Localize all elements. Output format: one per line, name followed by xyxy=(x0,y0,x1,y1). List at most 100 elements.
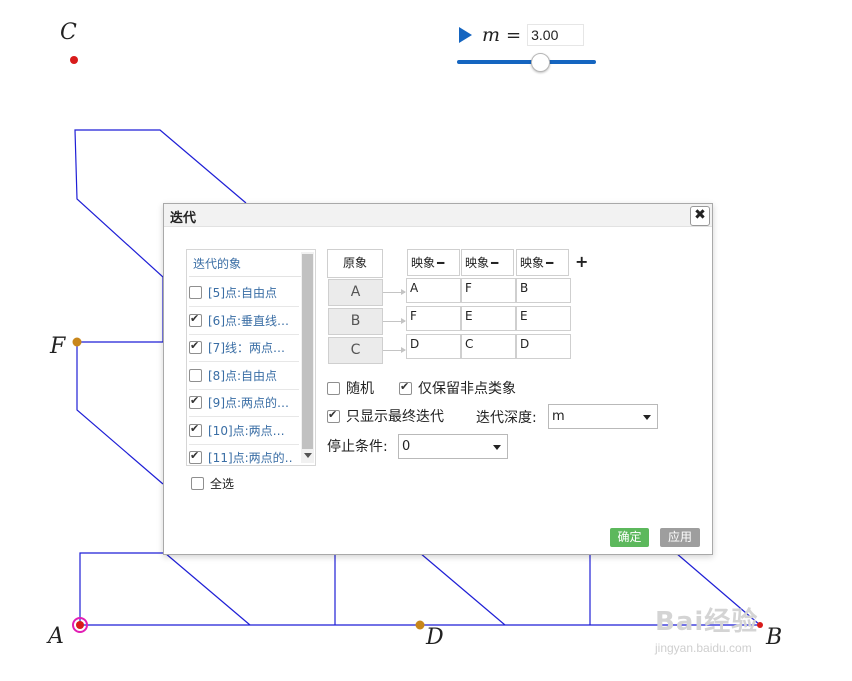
add-column-icon[interactable]: + xyxy=(575,252,588,271)
object-list-item[interactable]: [9]点:两点的… xyxy=(189,389,299,417)
image-cell-input[interactable]: F xyxy=(461,278,516,303)
original-column-header: 原象 xyxy=(327,249,383,278)
final-only-label: 只显示最终迭代 xyxy=(346,409,444,425)
slider-value-input[interactable]: 3.00 xyxy=(527,24,585,46)
stop-condition-label: 停止条件: xyxy=(327,439,388,455)
original-cell: A xyxy=(328,279,383,306)
iteration-segment xyxy=(419,552,506,626)
object-checkbox[interactable] xyxy=(189,394,202,409)
original-cell: B xyxy=(328,308,383,335)
object-list-item[interactable]: [7]线：两点… xyxy=(189,334,299,362)
dialog-title-bar[interactable]: 迭代 ✖ xyxy=(164,204,712,227)
image-cell-input[interactable]: D xyxy=(516,334,571,359)
slider-thumb[interactable] xyxy=(531,53,550,72)
iteration-segment xyxy=(79,552,163,625)
ok-button[interactable]: 确定 xyxy=(610,528,649,547)
random-label: 随机 xyxy=(346,381,374,397)
point-f[interactable] xyxy=(72,337,82,347)
object-list-item[interactable]: [5]点:自由点 xyxy=(189,279,299,307)
depth-value: m xyxy=(552,409,565,424)
image-cell-input[interactable]: B xyxy=(516,278,571,303)
image-column-header: 映象 ━ xyxy=(516,249,569,276)
image-cell-input[interactable]: E xyxy=(516,306,571,331)
chevron-down-icon xyxy=(643,415,651,420)
scrollbar-thumb[interactable] xyxy=(302,254,313,449)
label-d: D xyxy=(426,625,444,650)
object-list-item[interactable]: [8]点:自由点 xyxy=(189,362,299,390)
watermark: Bai经验 jingyan.baidu.com xyxy=(655,589,805,664)
image-header-label: 映象 xyxy=(520,256,545,270)
object-list-item[interactable]: [10]点:两点… xyxy=(189,417,299,445)
object-label: [7]线：两点… xyxy=(208,341,285,355)
keep-non-point-checkbox[interactable] xyxy=(399,380,412,395)
select-all-checkbox[interactable] xyxy=(191,477,204,490)
iteration-segment xyxy=(76,342,164,485)
object-checkbox[interactable] xyxy=(189,369,202,382)
slider-variable: m xyxy=(482,24,501,46)
arrow-icon xyxy=(383,347,406,353)
chevron-down-icon xyxy=(493,445,501,450)
point-a[interactable] xyxy=(76,621,84,629)
label-f: F xyxy=(50,334,66,359)
object-list-scrollbar[interactable] xyxy=(301,252,314,463)
slider-label: m = 3.00 xyxy=(459,24,585,46)
slider-track[interactable] xyxy=(457,60,596,64)
random-checkbox[interactable] xyxy=(327,381,340,395)
scroll-down-icon[interactable] xyxy=(304,453,312,458)
object-label: [5]点:自由点 xyxy=(208,286,278,300)
label-a: A xyxy=(48,624,64,649)
remove-column-icon[interactable]: ━ xyxy=(546,256,553,270)
image-column-header: 映象 ━ xyxy=(407,249,460,276)
arrow-icon xyxy=(383,289,406,295)
object-label: [11]点:两点的… xyxy=(208,451,292,465)
iteration-segment xyxy=(164,552,251,626)
depth-label: 迭代深度: xyxy=(476,410,537,426)
object-list-item[interactable]: [6]点:垂直线… xyxy=(189,307,299,335)
close-icon[interactable]: ✖ xyxy=(690,206,710,226)
arrow-icon xyxy=(383,318,406,324)
play-icon[interactable] xyxy=(459,27,472,43)
point-d[interactable] xyxy=(415,620,425,630)
iteration-dialog: 迭代 ✖ 迭代的象 [5]点:自由点 [6]点:垂直线… [7]线：两点… [8… xyxy=(163,203,713,555)
object-checkbox[interactable] xyxy=(189,286,202,299)
dialog-title: 迭代 xyxy=(170,211,197,226)
original-cell: C xyxy=(328,337,383,364)
remove-column-icon[interactable]: ━ xyxy=(491,256,498,270)
apply-button[interactable]: 应用 xyxy=(660,528,700,547)
object-label: [8]点:自由点 xyxy=(208,369,278,383)
object-label: [6]点:垂直线… xyxy=(208,314,290,328)
final-only-checkbox[interactable] xyxy=(327,408,340,423)
stop-condition-value: 0 xyxy=(402,439,411,454)
keep-non-point-option[interactable]: 仅保留非点类象 xyxy=(399,378,516,398)
object-checkbox[interactable] xyxy=(189,449,202,464)
object-list-item[interactable]: [11]点:两点的… xyxy=(189,444,299,471)
iteration-object-list[interactable]: 迭代的象 [5]点:自由点 [6]点:垂直线… [7]线：两点… [8]点:自由… xyxy=(186,249,316,466)
image-cell-input[interactable]: F xyxy=(406,306,461,331)
image-cell-input[interactable]: A xyxy=(406,278,461,303)
object-checkbox[interactable] xyxy=(189,339,202,354)
watermark-logo: Bai经验 xyxy=(655,607,759,637)
select-all-label: 全选 xyxy=(210,477,235,491)
object-label: [9]点:两点的… xyxy=(208,396,290,410)
keep-non-point-label: 仅保留非点类象 xyxy=(418,381,516,397)
object-label: [10]点:两点… xyxy=(208,424,285,438)
image-header-label: 映象 xyxy=(465,256,490,270)
stop-condition-select[interactable]: 0 xyxy=(398,434,508,459)
image-cell-input[interactable]: C xyxy=(461,334,516,359)
final-only-option[interactable]: 只显示最终迭代 xyxy=(327,406,444,426)
label-c: C xyxy=(60,20,77,45)
image-cell-input[interactable]: D xyxy=(406,334,461,359)
slider-equals: = xyxy=(506,24,522,46)
select-all-option[interactable]: 全选 xyxy=(191,475,234,492)
image-header-label: 映象 xyxy=(411,256,436,270)
watermark-url: jingyan.baidu.com xyxy=(655,641,752,655)
point-c[interactable] xyxy=(70,56,78,64)
depth-select[interactable]: m xyxy=(548,404,658,429)
object-checkbox[interactable] xyxy=(189,312,202,327)
remove-column-icon[interactable]: ━ xyxy=(437,256,444,270)
object-list-header: 迭代的象 xyxy=(189,252,301,277)
image-column-header: 映象 ━ xyxy=(461,249,514,276)
image-cell-input[interactable]: E xyxy=(461,306,516,331)
object-checkbox[interactable] xyxy=(189,422,202,437)
random-option[interactable]: 随机 xyxy=(327,378,374,398)
